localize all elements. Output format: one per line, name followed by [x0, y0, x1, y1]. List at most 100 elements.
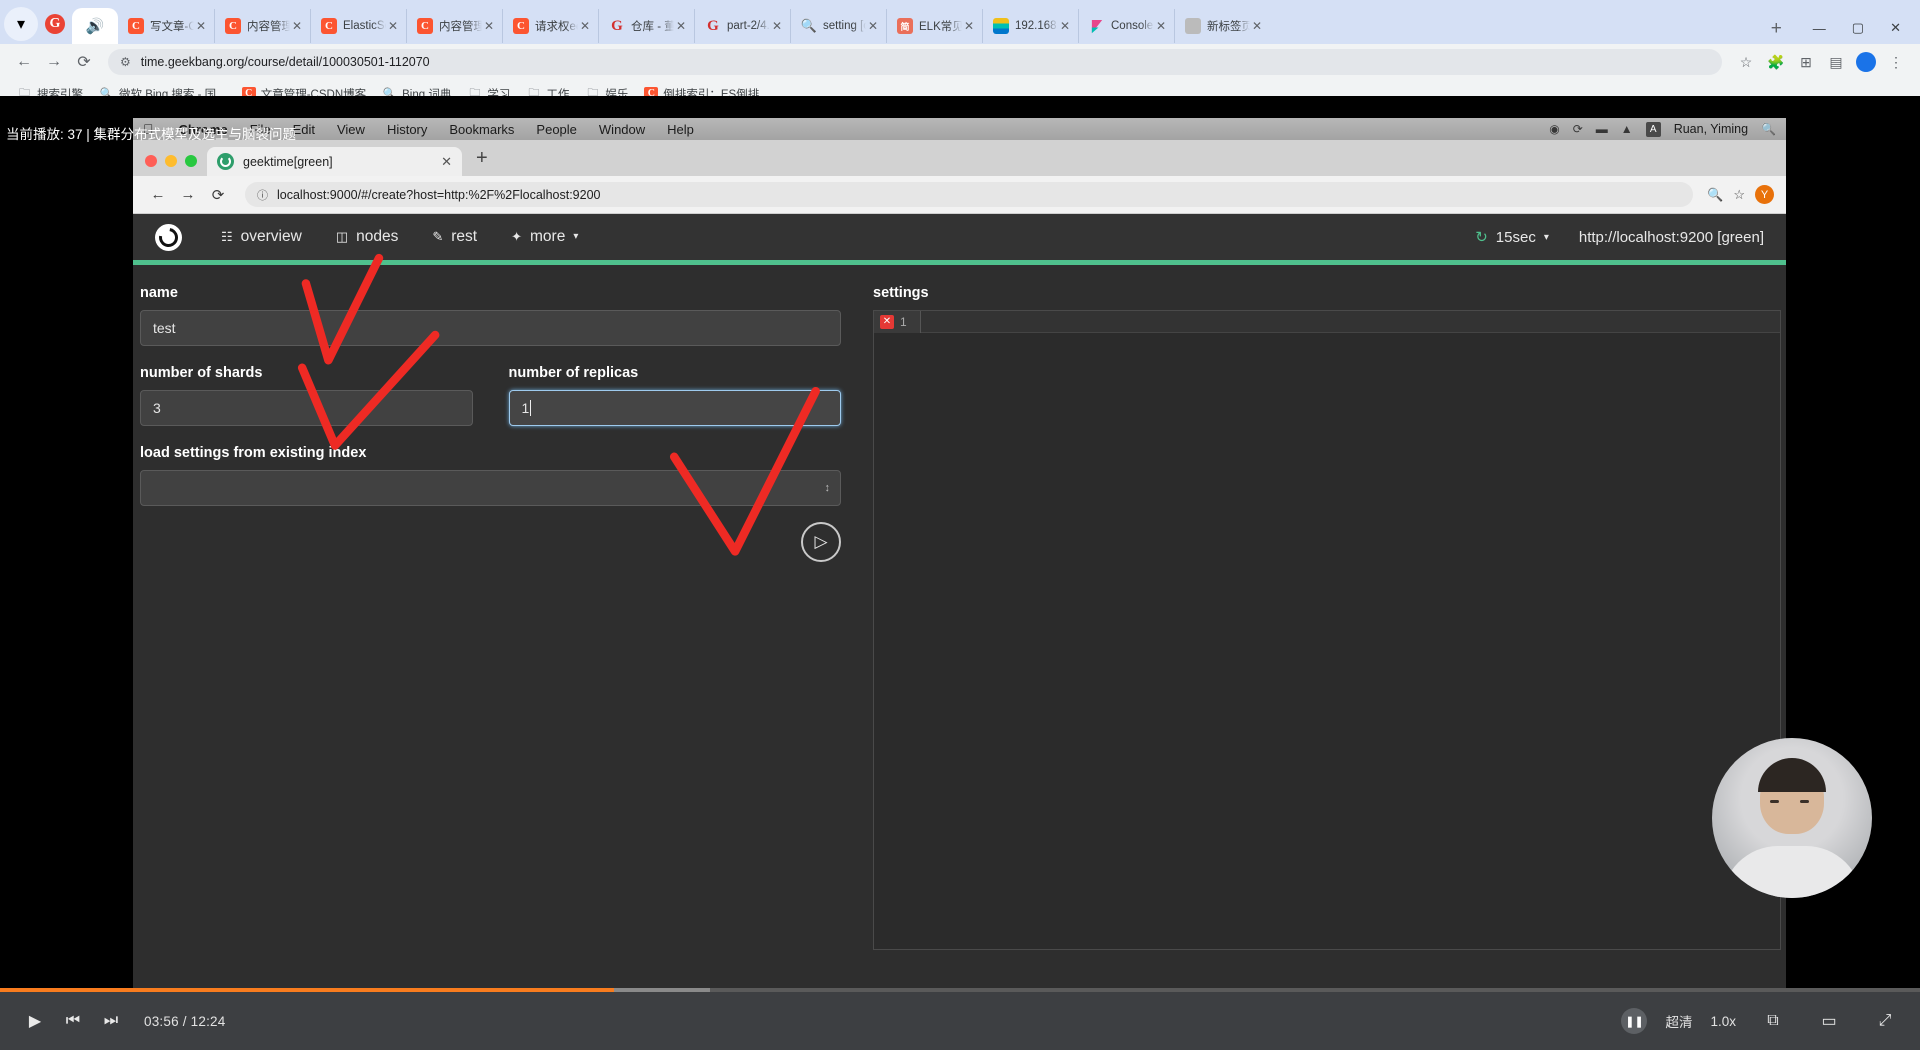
wifi-icon[interactable]: ▲	[1621, 122, 1633, 136]
load-settings-select[interactable]: ↕	[140, 470, 841, 506]
forward-icon[interactable]: →	[40, 48, 68, 76]
tab-close-icon[interactable]: ✕	[1250, 19, 1264, 33]
theater-mode-button[interactable]: ▭	[1810, 1002, 1848, 1040]
nav-item-rest[interactable]: ✎ rest	[415, 214, 494, 260]
reload-icon[interactable]: ⟳	[205, 186, 231, 204]
tab-close-icon[interactable]: ✕	[1058, 19, 1072, 33]
wand-icon: ✦	[511, 229, 523, 244]
tab-close-icon[interactable]: ✕	[386, 19, 400, 33]
spotlight-search-icon[interactable]: 🔍	[1761, 122, 1776, 136]
profile-avatar[interactable]	[1852, 48, 1880, 76]
browser-tab[interactable]: C 写文章-CSDN✕	[118, 9, 214, 43]
browser-tab[interactable]: C 内容管理-C✕	[406, 9, 502, 43]
settings-editor[interactable]: ✕ 1	[873, 310, 1781, 950]
mac-new-tab-button[interactable]: +	[462, 147, 502, 176]
mac-user-name[interactable]: Ruan, Yiming	[1674, 122, 1748, 136]
tab-close-icon[interactable]: ✕	[290, 19, 304, 33]
picture-in-picture-button[interactable]: ⧉	[1754, 1002, 1792, 1040]
bookmark-star-icon[interactable]: ☆	[1732, 48, 1760, 76]
cerebro-logo-icon[interactable]	[155, 223, 182, 251]
menu-bookmarks[interactable]: Bookmarks	[438, 122, 525, 137]
tab-search-chevron-icon[interactable]: ▾	[4, 7, 38, 41]
back-icon[interactable]: ←	[145, 186, 171, 203]
create-index-submit-button[interactable]: ▷	[801, 522, 841, 562]
record-icon[interactable]: ◉	[1549, 122, 1559, 136]
close-window-button[interactable]: ✕	[1877, 20, 1914, 36]
menu-people[interactable]: People	[525, 122, 587, 137]
back-icon[interactable]: ←	[10, 48, 38, 76]
browser-tab[interactable]: C 请求权eee✕	[502, 9, 598, 43]
close-window-dot[interactable]	[145, 155, 157, 167]
speed-selector[interactable]: 1.0x	[1710, 1014, 1736, 1029]
tab-close-icon[interactable]: ✕	[1154, 19, 1168, 33]
input-source-icon[interactable]: A	[1645, 121, 1661, 137]
mac-address-bar[interactable]: ⓘ localhost:9000/#/create?host=http:%2F%…	[245, 182, 1694, 207]
video-viewport[interactable]: 当前播放: 37 | 集群分布式模型及选主与脑裂问题  Chrome File…	[0, 96, 1920, 990]
zoom-icon[interactable]: 🔍	[1707, 187, 1723, 203]
browser-tab[interactable]: 192.168.10✕	[982, 9, 1078, 43]
tab-close-icon[interactable]: ✕	[194, 19, 208, 33]
settings-title: settings	[873, 285, 929, 301]
maximize-button[interactable]: ▢	[1839, 20, 1877, 36]
error-marker-icon[interactable]: ✕	[880, 314, 894, 329]
menu-help[interactable]: Help	[656, 122, 705, 137]
tab-close-icon[interactable]: ✕	[866, 19, 880, 33]
nav-item-nodes[interactable]: ◫ nodes	[319, 214, 416, 260]
new-tab-button[interactable]: +	[1759, 18, 1794, 44]
play-button[interactable]: ▶	[16, 1002, 54, 1040]
presenter-webcam-bubble[interactable]	[1712, 738, 1872, 898]
minimize-window-dot[interactable]	[165, 155, 177, 167]
chrome-menu-icon[interactable]: ⋮	[1882, 48, 1910, 76]
tab-close-icon[interactable]: ✕	[674, 19, 688, 33]
tab-close-icon[interactable]: ✕	[578, 19, 592, 33]
browser-tab[interactable]: 🔍 setting [cl✕	[790, 9, 886, 43]
reload-icon[interactable]: ⟳	[70, 48, 98, 76]
forward-icon[interactable]: →	[175, 186, 201, 203]
split-view-icon[interactable]: ⊞	[1792, 48, 1820, 76]
address-bar[interactable]: ⚙ time.geekbang.org/course/detail/100030…	[108, 49, 1722, 75]
address-bar-url: time.geekbang.org/course/detail/10003050…	[140, 55, 430, 69]
extensions-icon[interactable]: 🧩	[1762, 48, 1790, 76]
side-panel-icon[interactable]: ▤	[1822, 48, 1850, 76]
browser-tab[interactable]: 简 ELK常见异✕	[886, 9, 982, 43]
editor-code-line[interactable]	[920, 310, 1780, 333]
tab-close-icon[interactable]: ✕	[441, 154, 452, 170]
browser-tab[interactable]: C ElasticSear✕	[310, 9, 406, 43]
browser-tab[interactable]: C 内容管理-C✕	[214, 9, 310, 43]
nav-label: overview	[240, 228, 302, 245]
battery-icon[interactable]: ▬	[1596, 122, 1608, 136]
menu-window[interactable]: Window	[588, 122, 656, 137]
index-name-input[interactable]: test	[140, 310, 841, 346]
avatar[interactable]: Y	[1755, 185, 1774, 204]
mac-tab-title: geektime[green]	[243, 154, 333, 169]
audio-playing-tab[interactable]: 🔊	[72, 8, 118, 44]
next-button[interactable]: ⏭	[92, 1002, 130, 1040]
google-logo-icon[interactable]: G	[38, 7, 72, 41]
tab-close-icon[interactable]: ✕	[482, 19, 496, 33]
pause-bubble-button[interactable]: ❚❚	[1621, 1008, 1648, 1034]
previous-button[interactable]: ⏮	[54, 1002, 92, 1040]
info-circle-icon[interactable]: ⓘ	[257, 187, 268, 203]
menu-view[interactable]: View	[326, 122, 376, 137]
refresh-interval-control[interactable]: ↻ 15sec ▾	[1475, 228, 1549, 247]
browser-tab[interactable]: Console -✕	[1078, 9, 1174, 43]
tab-close-icon[interactable]: ✕	[770, 19, 784, 33]
sync-icon[interactable]: ⟳	[1573, 122, 1583, 136]
number-of-replicas-input[interactable]: 1	[508, 390, 841, 426]
nav-item-more[interactable]: ✦ more ▾	[494, 214, 595, 260]
minimize-button[interactable]: —	[1800, 21, 1839, 36]
bookmark-star-icon[interactable]: ☆	[1733, 187, 1745, 203]
mac-browser-tab[interactable]: geektime[green] ✕	[207, 147, 462, 176]
browser-tab[interactable]: G 仓库 - 董事✕	[598, 9, 694, 43]
nav-item-overview[interactable]: ☷ overview	[204, 214, 319, 260]
number-of-shards-input[interactable]: 3	[140, 390, 473, 426]
browser-tab[interactable]: 新标签页 ✕	[1174, 9, 1270, 43]
quality-selector[interactable]: 超清	[1665, 1011, 1692, 1031]
csdn-icon: C	[128, 18, 144, 34]
tab-close-icon[interactable]: ✕	[962, 19, 976, 33]
browser-tab[interactable]: Gpart-2/4.1✕	[694, 9, 790, 43]
fullscreen-button[interactable]: ⤢	[1866, 1002, 1904, 1040]
site-settings-icon[interactable]: ⚙	[120, 55, 131, 69]
zoom-window-dot[interactable]	[185, 155, 197, 167]
menu-history[interactable]: History	[376, 122, 438, 137]
